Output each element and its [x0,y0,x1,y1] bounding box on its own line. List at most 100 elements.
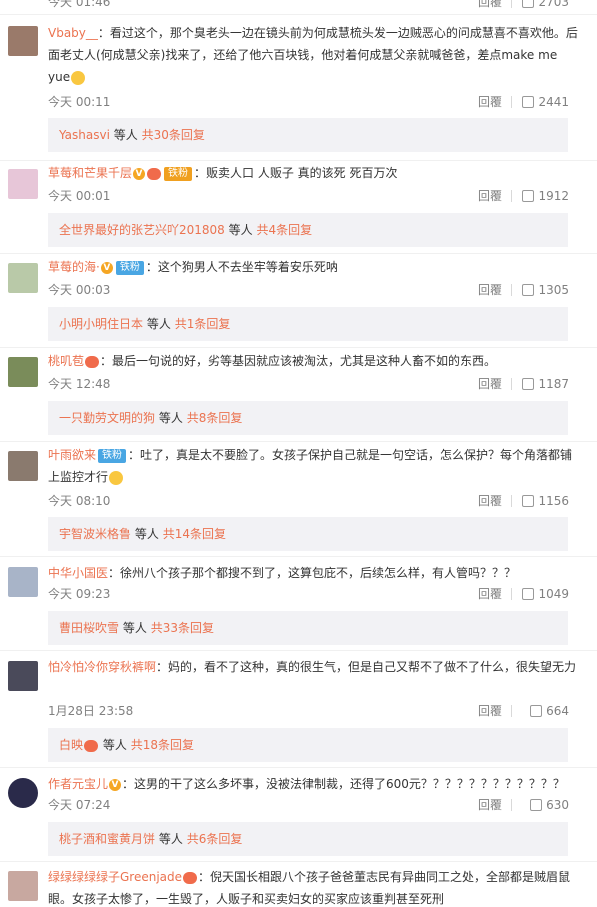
divider [511,0,512,8]
like-count: 2441 [538,95,569,109]
divider [0,347,597,348]
sub-reply-count[interactable]: 共33条回复 [151,621,214,635]
commenter-name[interactable]: 草莓和芒果千层 [48,166,132,180]
divider [511,190,512,202]
like-count: 1305 [538,283,569,297]
sub-reply-count[interactable]: 共8条回复 [187,411,243,425]
like-button[interactable]: 2441 [522,94,569,110]
emoji-icon [109,470,124,485]
comment-body: ：贩卖人口 人贩子 真的该死 死百万次 [194,166,398,180]
avatar[interactable] [8,451,38,481]
sub-reply-user[interactable]: Yashasvi [59,128,110,142]
commenter-name[interactable]: 草莓的海· [48,260,100,274]
divider [511,705,512,717]
commenter-name[interactable]: 作者元宝儿 [48,777,108,791]
like-button[interactable]: 664 [530,703,569,719]
reply-button[interactable]: 回覆 [478,0,502,10]
sub-replies-link[interactable]: 小明小明住日本 等人 共1条回复 [48,307,568,341]
avatar[interactable] [8,871,38,901]
commenter-name[interactable]: 叶雨欲来 [48,448,96,462]
like-button[interactable]: 2703 [522,0,569,10]
reply-button[interactable]: 回覆 [478,586,502,602]
verified-v-icon: V [109,778,122,791]
avatar[interactable] [8,26,38,56]
comment-text: 中华小国医：徐州八个孩子那个都搜不到了，这算包庇不，后续怎么样，有人管吗？？？ [48,562,579,584]
sub-replies-link[interactable]: 全世界最好的张艺兴吖201808 等人 共4条回复 [48,213,568,247]
comment-text: 叶雨欲来 铁粉 ：吐了，真是太不要脸了。女孩子保护自己就是一句空话，怎么保护？每个角… [48,444,579,488]
sub-reply-user[interactable]: 曹田桜吹雪 [59,621,119,635]
sub-reply-user[interactable]: 全世界最好的张艺兴吖201808 [59,223,225,237]
avatar[interactable] [8,661,38,691]
commenter-name[interactable]: 绿绿绿绿绿子Greenjade [48,870,182,884]
sub-reply-count[interactable]: 共18条回复 [131,738,194,752]
sub-reply-count[interactable]: 共6条回复 [187,832,243,846]
sub-replies-link[interactable]: 桃子酒和蜜黄月饼 等人 共6条回复 [48,822,568,856]
sub-replies-link[interactable]: 宇智波米格鲁 等人 共14条回复 [48,517,568,551]
divider [0,253,597,254]
sub-reply-user[interactable]: 宇智波米格鲁 [59,527,131,541]
divider [0,441,597,442]
thumbs-up-icon [522,284,535,296]
reply-button[interactable]: 回覆 [478,188,502,204]
sub-reply-suffix: 等人 [113,128,138,142]
divider [0,650,597,651]
sub-reply-user[interactable]: 白映 [59,738,83,752]
like-button[interactable]: 1156 [522,493,569,509]
like-count: 2703 [538,0,569,9]
avatar[interactable] [8,567,38,597]
thumbs-up-icon [522,588,535,600]
like-button[interactable]: 1049 [522,586,569,602]
sub-replies-link[interactable]: 曹田桜吹雪 等人 共33条回复 [48,611,568,645]
comment-text: 草莓的海· V 铁粉 ：这个狗男人不去坐牢等着安乐死呐 [48,256,579,278]
comment-body: ：徐州八个孩子那个都搜不到了，这算包庇不，后续怎么样，有人管吗？？？ [108,566,517,580]
comment-body: ：最后一句说的好，劣等基因就应该被淘汰，尤其是这种人畜不如的东西。 [100,354,497,368]
like-button[interactable]: 1305 [522,282,569,298]
avatar[interactable] [8,357,38,387]
comment-time: 今天 00:03 [48,283,111,297]
reply-button[interactable]: 回覆 [478,282,502,298]
like-count: 1049 [538,587,569,601]
comment-text: Vbaby__：看过这个，那个臭老头一边在镜头前为何成慧梳头发一边贼恶心的问成慧… [48,22,579,88]
commenter-name[interactable]: Vbaby__ [48,26,98,40]
like-button[interactable]: 1187 [522,376,569,392]
avatar[interactable] [8,169,38,199]
comment-text: 怕冷怕冷你穿秋裤啊：妈的，看不了这种，真的很生气，但是自己又帮不了做不了什么，很… [48,656,579,678]
thumbs-up-icon [530,705,543,717]
divider [0,767,597,768]
commenter-name[interactable]: 桃叽苞 [48,354,84,368]
comment-time: 今天 12:48 [48,377,111,391]
comment-text: 作者元宝儿 V ：这男的干了这么多坏事，没被法律制裁，还得了600元？？？？？？？？… [48,773,579,795]
comment-body: ：这个狗男人不去坐牢等着安乐死呐 [145,260,338,274]
sub-reply-count[interactable]: 共30条回复 [142,128,205,142]
member-crown-icon [183,871,198,884]
sub-reply-count[interactable]: 共14条回复 [163,527,226,541]
like-button[interactable]: 1912 [522,188,569,204]
sub-replies-link[interactable]: 白映 等人 共18条回复 [48,728,568,762]
sub-reply-count[interactable]: 共4条回复 [256,223,312,237]
verified-v-icon: V [133,167,146,180]
reply-button[interactable]: 回覆 [478,376,502,392]
fan-badge: 铁粉 [115,260,144,275]
thumbs-up-icon [522,0,535,8]
emoji-icon [71,70,86,85]
reply-button[interactable]: 回覆 [478,94,502,110]
avatar[interactable] [8,778,38,808]
avatar[interactable] [8,263,38,293]
sub-reply-user[interactable]: 一只勤劳文明的狗 [59,411,155,425]
comment-body: ：妈的，看不了这种，真的很生气，但是自己又帮不了做不了什么，很失望无力 [156,660,577,674]
reply-button[interactable]: 回覆 [478,797,502,813]
sub-reply-count[interactable]: 共1条回复 [175,317,231,331]
sub-replies-link[interactable]: Yashasvi 等人 共30条回复 [48,118,568,152]
fan-badge: 铁粉 [98,448,127,463]
sub-replies-link[interactable]: 一只勤劳文明的狗 等人 共8条回复 [48,401,568,435]
like-button[interactable]: 630 [530,797,569,813]
reply-button[interactable]: 回覆 [478,493,502,509]
commenter-name[interactable]: 中华小国医 [48,566,108,580]
member-crown-icon [85,355,100,368]
divider [511,495,512,507]
commenter-name[interactable]: 怕冷怕冷你穿秋裤啊 [48,660,156,674]
sub-reply-user[interactable]: 桃子酒和蜜黄月饼 [59,832,155,846]
reply-button[interactable]: 回覆 [478,703,502,719]
sub-reply-suffix: 等人 [134,527,159,541]
sub-reply-user[interactable]: 小明小明住日本 [59,317,143,331]
